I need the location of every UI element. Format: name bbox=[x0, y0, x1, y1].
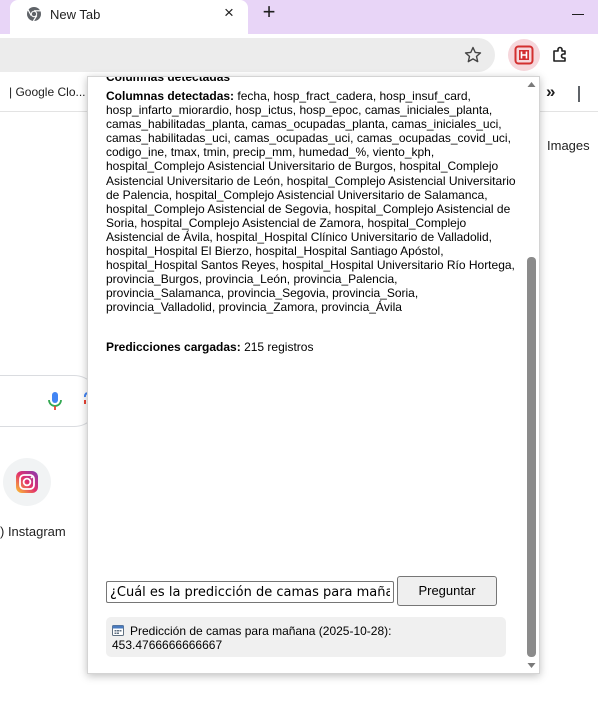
shortcut-instagram-label: ) Instagram bbox=[0, 524, 66, 539]
tab-strip: New Tab × + bbox=[0, 0, 598, 34]
extensions-puzzle-icon[interactable] bbox=[550, 45, 570, 65]
calendar-icon bbox=[112, 625, 124, 636]
tab-close-icon[interactable]: × bbox=[224, 3, 234, 23]
toolbar bbox=[0, 34, 598, 76]
loaded-predictions: Predicciones cargadas: 215 registros bbox=[106, 340, 313, 354]
tab-title: New Tab bbox=[50, 7, 101, 22]
bookmarks-overflow-icon[interactable]: » bbox=[546, 82, 555, 102]
columns-label: Columnas detectadas: bbox=[106, 89, 235, 103]
predictions-label: Predicciones cargadas: bbox=[106, 340, 241, 354]
all-bookmarks-icon[interactable] bbox=[578, 86, 580, 102]
extension-popup: Columnas detectadas Columnas detectadas:… bbox=[87, 76, 540, 674]
bookmark-google-cloud[interactable]: | Google Clo... bbox=[9, 85, 86, 99]
tab-new-tab[interactable]: New Tab × bbox=[10, 0, 248, 34]
ask-button[interactable]: Preguntar bbox=[397, 576, 497, 606]
minimize-icon[interactable] bbox=[572, 14, 584, 15]
bookmark-star-icon[interactable] bbox=[463, 45, 483, 65]
question-input[interactable] bbox=[106, 581, 394, 603]
new-tab-button[interactable]: + bbox=[258, 1, 280, 25]
detected-columns: Columnas detectadas: fecha, hosp_fract_c… bbox=[106, 89, 518, 315]
cut-off-text: Columnas detectadas bbox=[106, 76, 231, 84]
hospital-extension-icon[interactable] bbox=[514, 45, 534, 65]
answer-box: Predicción de camas para mañana (2025-10… bbox=[106, 617, 506, 657]
answer-text: Predicción de camas para mañana (2025-10… bbox=[112, 624, 392, 652]
browser-window: New Tab × + | Google Clo... » Images) I… bbox=[0, 0, 598, 719]
columns-value: fecha, hosp_fract_cadera, hosp_insuf_car… bbox=[106, 89, 516, 315]
images-link[interactable]: Images bbox=[547, 138, 590, 153]
scroll-down-arrow-icon[interactable] bbox=[526, 661, 537, 671]
microphone-icon[interactable] bbox=[46, 390, 64, 412]
scroll-up-arrow-icon[interactable] bbox=[526, 79, 537, 89]
address-bar[interactable] bbox=[0, 38, 495, 72]
chrome-icon bbox=[27, 7, 41, 22]
predictions-value: 215 registros bbox=[244, 340, 314, 354]
instagram-icon bbox=[16, 471, 38, 493]
scrollbar-thumb[interactable] bbox=[527, 257, 536, 657]
